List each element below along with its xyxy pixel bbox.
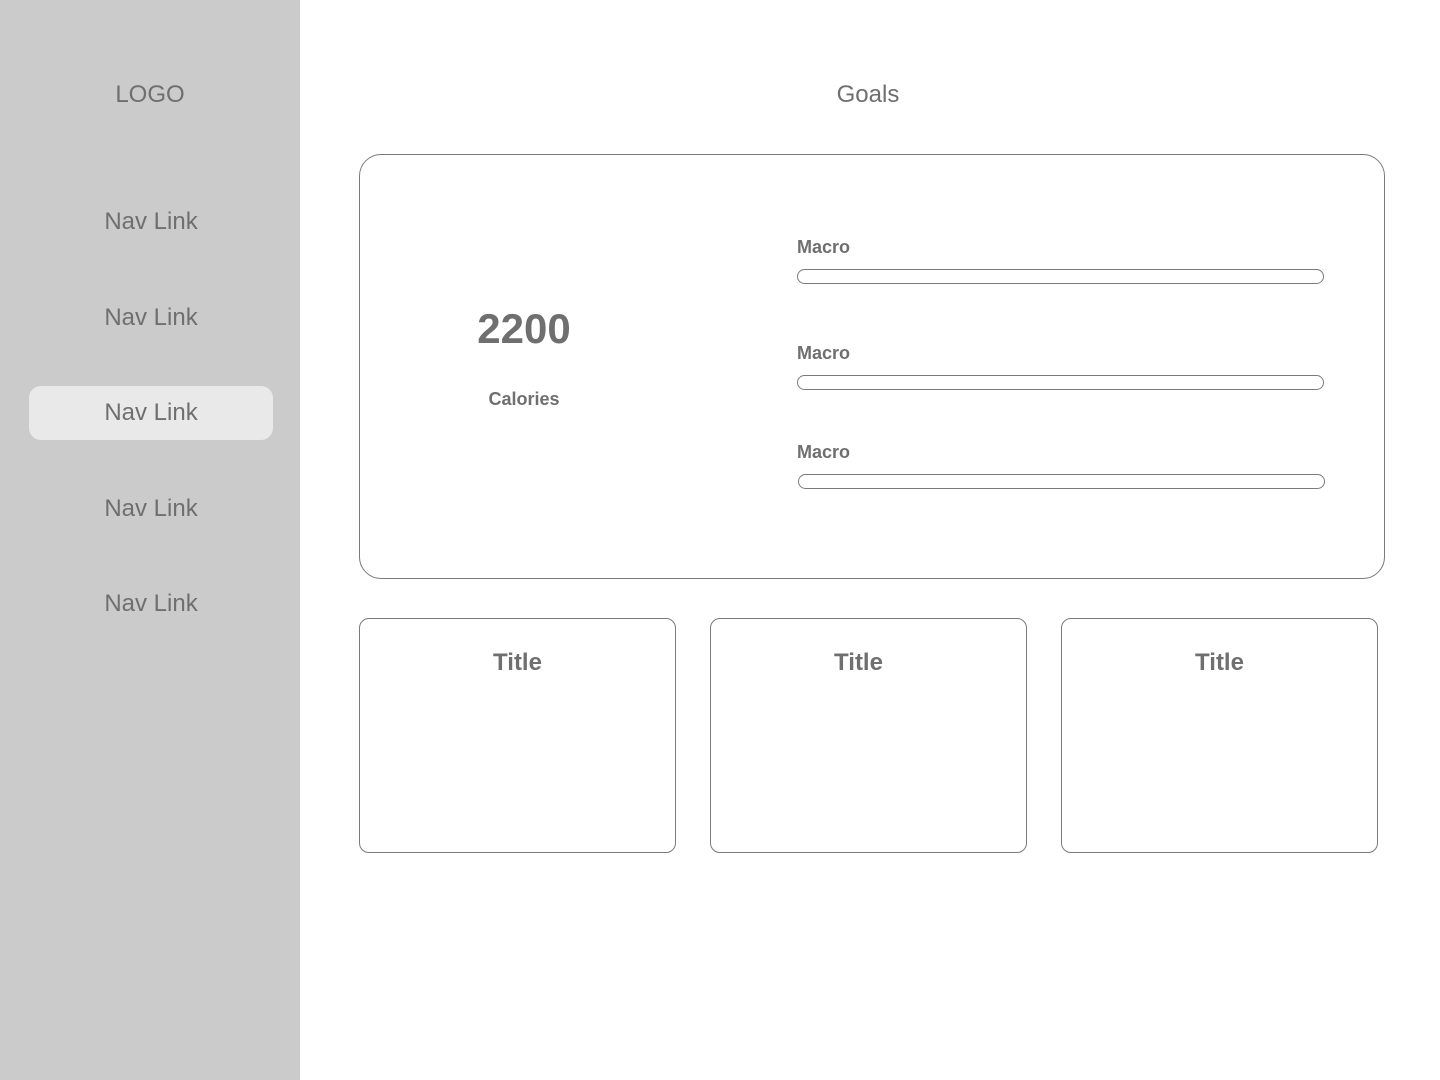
card-title: Title	[1195, 649, 1244, 676]
card-title: Title	[493, 649, 542, 676]
calories-label: Calories	[488, 389, 560, 409]
macro-progress-bar-3	[798, 474, 1325, 489]
page-title: Goals	[836, 81, 900, 108]
nav-link-label: Nav Link	[104, 208, 198, 235]
calories-value: 2200	[477, 305, 571, 352]
nav-link-1[interactable]: Nav Link	[29, 195, 273, 249]
nav-link-3-active[interactable]: Nav Link	[29, 386, 273, 440]
nav-link-label: Nav Link	[104, 590, 198, 617]
card-2[interactable]: Title	[710, 618, 1027, 853]
nav-link-label: Nav Link	[104, 304, 198, 331]
macro-progress-bar-1	[797, 269, 1324, 284]
card-1[interactable]: Title	[359, 618, 676, 853]
sidebar: LOGO Nav Link Nav Link Nav Link Nav Link…	[0, 0, 300, 1080]
logo: LOGO	[115, 81, 185, 108]
macro-label-1: Macro	[797, 237, 851, 257]
nav-link-5[interactable]: Nav Link	[29, 577, 273, 631]
macro-label-3: Macro	[797, 442, 851, 462]
card-title: Title	[834, 649, 883, 676]
nav-link-2[interactable]: Nav Link	[29, 291, 273, 345]
macro-label-2: Macro	[797, 343, 851, 363]
nav-link-label: Nav Link	[104, 495, 198, 522]
macro-progress-bar-2	[797, 375, 1324, 390]
goals-card: 2200 Calories Macro Macro Macro	[359, 154, 1385, 579]
card-3[interactable]: Title	[1061, 618, 1378, 853]
nav-link-4[interactable]: Nav Link	[29, 482, 273, 536]
nav-link-label: Nav Link	[104, 399, 198, 426]
